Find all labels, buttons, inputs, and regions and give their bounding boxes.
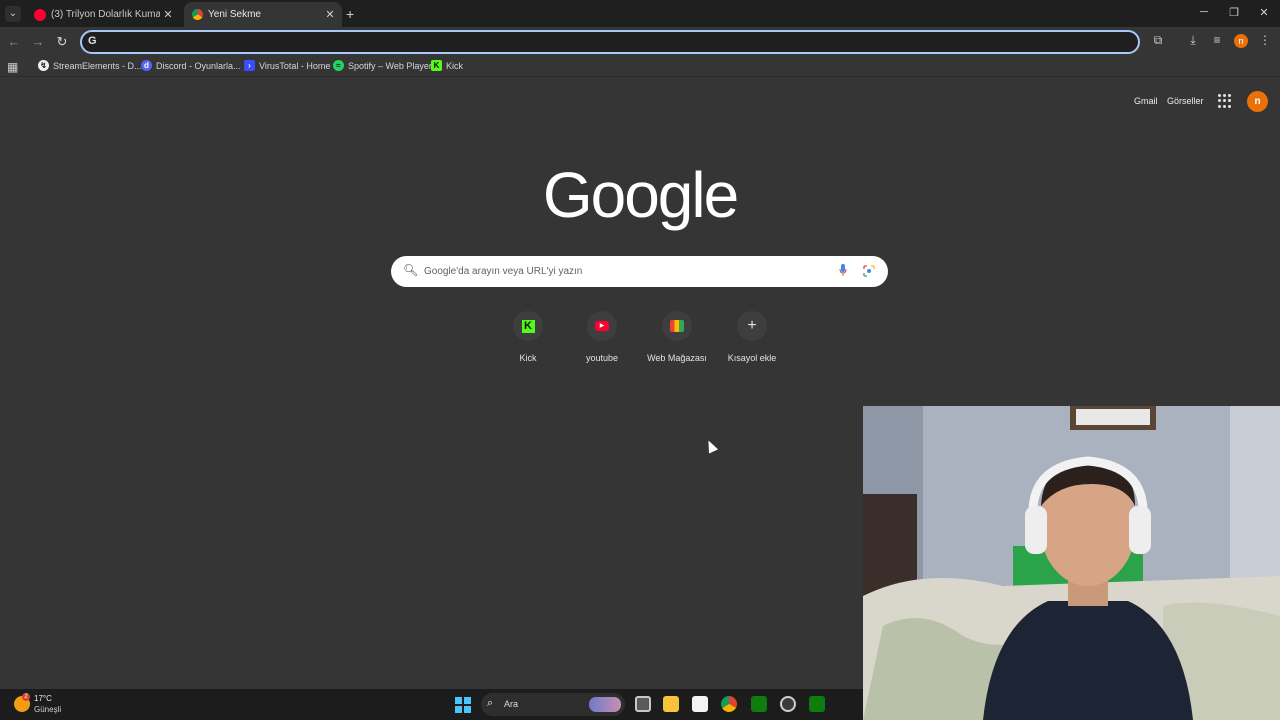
media-controls-icon[interactable]: ≡ <box>1208 33 1226 47</box>
window-close-icon[interactable]: ✕ <box>1254 6 1274 19</box>
back-arrow-icon[interactable]: ← <box>6 34 22 49</box>
bookmark-kick[interactable]: K Kick <box>431 60 463 71</box>
images-link[interactable]: Görseller <box>1167 96 1204 106</box>
notification-badge: 2 <box>22 693 30 701</box>
bookmarks-bar: ▦ ↯ StreamElements - D... d Discord - Oy… <box>0 57 1280 77</box>
shortcut-label: youtube <box>585 353 619 363</box>
microphone-icon[interactable] <box>839 264 847 276</box>
spotify-icon: ≈ <box>333 60 344 71</box>
webcam-overlay <box>863 406 1280 720</box>
google-apps-icon[interactable] <box>1218 94 1232 108</box>
download-icon[interactable]: ⤓ <box>1184 33 1202 48</box>
bookmark-virustotal[interactable]: › VirusTotal - Home <box>244 60 330 71</box>
search-icon: 🔍︎ <box>403 263 419 277</box>
youtube-icon <box>34 8 46 21</box>
taskbar-search[interactable]: ⌕ Ara <box>481 693 625 716</box>
xbox-icon[interactable] <box>751 696 767 712</box>
bookmark-label: Discord - Oyunlarla... <box>156 60 241 71</box>
bookmark-streamelements[interactable]: ↯ StreamElements - D... <box>38 60 142 71</box>
discord-icon: d <box>141 60 152 71</box>
web-store-icon <box>662 311 692 341</box>
account-avatar[interactable]: n <box>1247 91 1268 112</box>
shortcut-web-store[interactable]: Web Mağazası <box>641 311 713 363</box>
microsoft-store-icon[interactable] <box>692 696 708 712</box>
shortcut-label: Kısayol ekle <box>727 353 777 363</box>
bookmark-label: VirusTotal - Home <box>259 60 331 71</box>
youtube-icon: ▶ <box>587 311 617 341</box>
windows-start-icon[interactable] <box>455 697 471 713</box>
menu-kebab-icon[interactable]: ⋮ <box>1256 33 1274 47</box>
bookmark-label: Kick <box>446 60 464 71</box>
kick-icon: K <box>431 60 442 71</box>
search-highlight-image <box>589 697 621 712</box>
ntp-search-box[interactable]: 🔍︎ Google'da arayın veya URL'yi yazın <box>391 256 888 287</box>
virustotal-icon: › <box>244 60 255 71</box>
xbox-app-icon[interactable] <box>809 696 825 712</box>
restore-icon[interactable]: ❐ <box>1224 6 1244 19</box>
task-view-icon[interactable] <box>635 696 651 712</box>
toolbar: ← → ↻ G ⧉ ⤓ ≡ n ⋮ <box>0 27 1280 57</box>
forward-arrow-icon[interactable]: → <box>30 34 46 49</box>
minimize-icon[interactable]: ─ <box>1194 6 1214 18</box>
shortcut-add[interactable]: + Kısayol ekle <box>716 311 788 363</box>
shortcut-kick[interactable]: K Kick <box>492 311 564 363</box>
chrome-icon[interactable] <box>721 696 737 712</box>
tab-title: (3) Trilyon Dolarlık Kumar - You <box>51 9 160 20</box>
close-icon[interactable]: ✕ <box>322 8 338 21</box>
bookmark-discord[interactable]: d Discord - Oyunlarla... <box>141 60 241 71</box>
address-bar[interactable]: G <box>80 30 1140 54</box>
shortcut-youtube[interactable]: ▶ youtube <box>566 311 638 363</box>
taskbar-search-label: Ara <box>504 699 519 709</box>
reload-icon[interactable]: ↻ <box>54 34 70 50</box>
new-tab-plus-icon[interactable]: + <box>346 6 354 22</box>
gamebar-icon[interactable] <box>780 696 796 712</box>
profile-avatar[interactable]: n <box>1234 34 1248 48</box>
plus-icon: + <box>737 311 767 341</box>
chrome-icon <box>192 9 203 20</box>
apps-grid-icon[interactable]: ▦ <box>7 60 18 74</box>
bookmark-spotify[interactable]: ≈ Spotify – Web Player <box>333 60 432 71</box>
webcam-picture <box>863 406 1280 720</box>
bookmark-label: StreamElements - D... <box>53 60 142 71</box>
google-g-icon: G <box>88 35 97 47</box>
taskbar: 2 17°C Güneşli ⌕ Ara <box>0 689 863 720</box>
search-input[interactable]: Google'da arayın veya URL'yi yazın <box>424 266 582 277</box>
tab-strip: ⌄ (3) Trilyon Dolarlık Kumar - You ✕ Yen… <box>0 0 1280 27</box>
tab-new-tab[interactable]: Yeni Sekme ✕ <box>184 2 342 27</box>
close-icon[interactable]: ✕ <box>160 8 176 21</box>
shortcut-label: Kick <box>519 353 537 363</box>
file-explorer-icon[interactable] <box>663 696 679 712</box>
mouse-cursor-icon <box>703 438 719 454</box>
extensions-icon[interactable]: ⧉ <box>1149 33 1167 48</box>
search-icon: ⌕ <box>487 697 494 709</box>
gmail-link[interactable]: Gmail <box>1134 96 1158 106</box>
tab-search-button[interactable]: ⌄ <box>5 6 21 22</box>
weather-condition: Güneşli <box>34 705 62 714</box>
google-logo: Google <box>542 159 739 231</box>
streamelements-icon: ↯ <box>38 60 49 71</box>
kick-icon: K <box>513 311 543 341</box>
bookmark-label: Spotify – Web Player <box>348 60 432 71</box>
tab-youtube[interactable]: (3) Trilyon Dolarlık Kumar - You ✕ <box>26 2 180 27</box>
weather-temp: 17°C <box>34 694 52 703</box>
tab-title: Yeni Sekme <box>208 9 261 20</box>
shortcut-label: Web Mağazası <box>647 353 707 363</box>
google-lens-icon[interactable] <box>863 265 875 277</box>
